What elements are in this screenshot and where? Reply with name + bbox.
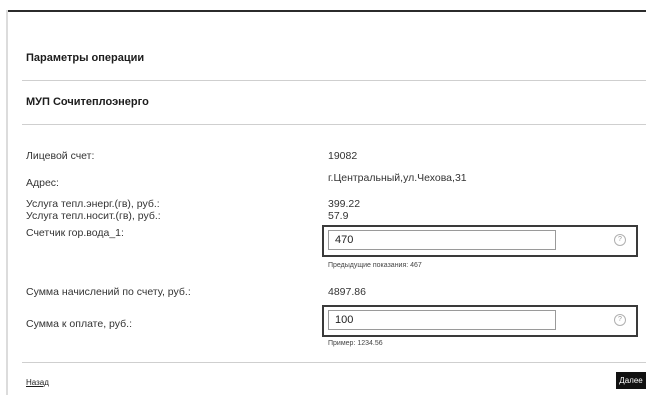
meter-input[interactable]	[328, 230, 556, 250]
left-border	[6, 10, 8, 395]
meter-field: ?	[322, 225, 638, 257]
payment-input[interactable]	[328, 310, 556, 330]
account-value: 19082	[328, 150, 358, 162]
heat-carrier-label: Услуга тепл.носит.(гв), руб.:	[26, 210, 161, 222]
heat-energy-label: Услуга тепл.энерг.(гв), руб.:	[26, 198, 160, 210]
meter-label: Счетчик гор.вода_1:	[26, 227, 124, 239]
meter-hint: Предыдущие показания: 467	[328, 262, 422, 269]
divider	[22, 362, 646, 363]
organization-name: МУП Сочитеплоэнерго	[26, 96, 149, 108]
help-icon[interactable]: ?	[614, 314, 626, 326]
panel-title: Параметры операции	[26, 52, 145, 64]
heat-energy-value: 399.22	[328, 198, 361, 210]
top-border	[6, 10, 646, 12]
payment-hint: Пример: 1234.56	[328, 340, 383, 347]
divider	[22, 124, 646, 125]
heat-carrier-value: 57.9	[328, 210, 349, 222]
address-label: Адрес:	[26, 177, 59, 189]
charges-label: Сумма начислений по счету, руб.:	[26, 286, 191, 298]
divider	[22, 80, 646, 81]
account-label: Лицевой счет:	[26, 150, 95, 162]
operation-panel: Параметры операции МУП Сочитеплоэнерго Л…	[0, 0, 646, 395]
payment-label: Сумма к оплате, руб.:	[26, 318, 132, 330]
address-value: г.Центральный,ул.Чехова,31	[328, 172, 467, 184]
payment-field: ?	[322, 305, 638, 337]
back-link[interactable]: Назад	[26, 378, 49, 387]
next-button[interactable]: Далее	[616, 372, 646, 389]
help-icon[interactable]: ?	[614, 234, 626, 246]
charges-value: 4897.86	[328, 286, 366, 298]
